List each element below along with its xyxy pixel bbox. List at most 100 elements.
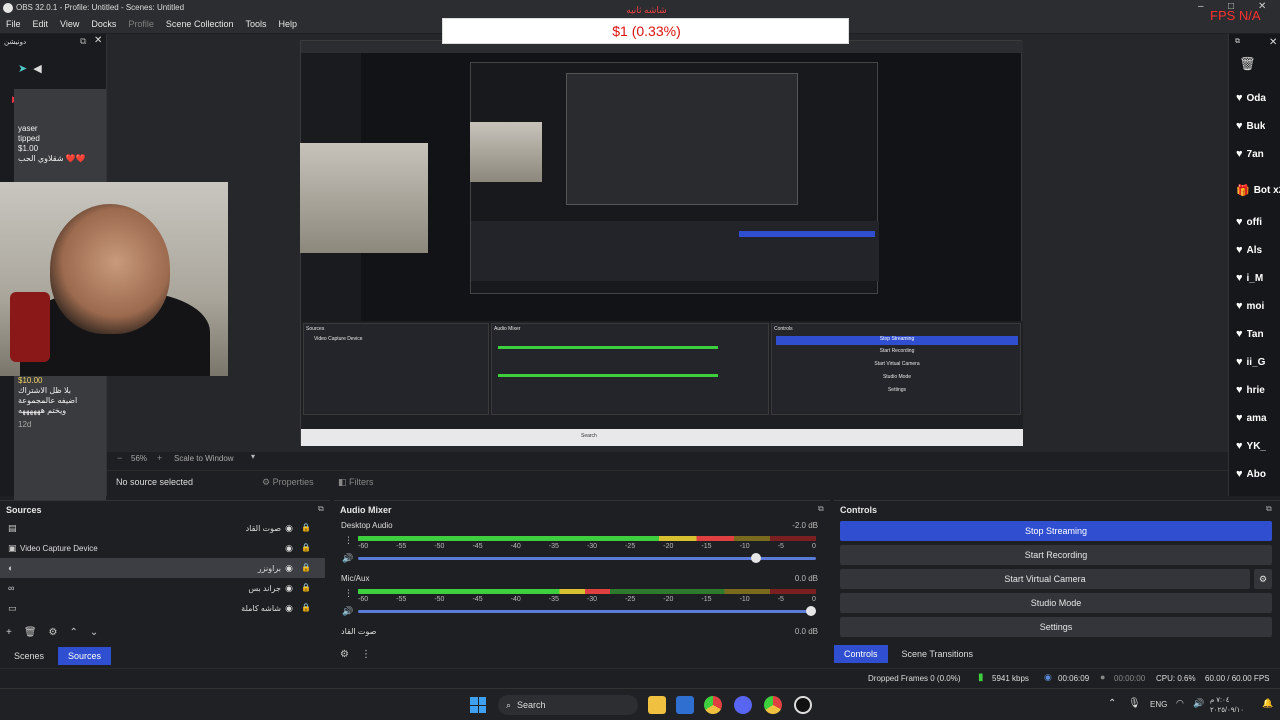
visibility-eye-icon[interactable]: ◉ [285,543,293,554]
chevron-down-icon[interactable]: ▾ [251,452,255,461]
menu-scene-collection[interactable]: Scene Collection [160,16,240,33]
dock-float-icon[interactable]: ⧉ [80,36,86,47]
studio-mode-button[interactable]: Studio Mode [840,593,1272,613]
lock-icon[interactable]: 🔒 [301,523,311,534]
chat-item-name: Abo [1246,468,1266,480]
mixer-settings-icon[interactable]: ⚙ [340,649,349,660]
clock-time[interactable]: ٧:٠٤ م [1210,696,1230,704]
minimize-button[interactable]: – [1198,1,1204,12]
source-item[interactable]: ◐ براونزر ◉ 🔒 [0,558,325,578]
signal-icon: ▮ [978,672,984,683]
stop-streaming-button[interactable]: Stop Streaming [840,521,1272,541]
source-item[interactable]: ▤ صوت القاد ◉ 🔒 [0,518,325,538]
sources-panel: Sources ⧉ ▤ صوت القاد ◉ 🔒 ▣ Video Capture Dev… [0,500,330,666]
chevron-up-icon[interactable]: ⌃ [1108,698,1116,709]
properties-button[interactable]: ⚙ Properties [255,473,321,492]
tab-scenes[interactable]: Scenes [4,647,54,665]
visibility-eye-icon[interactable]: ◉ [285,563,293,574]
lock-icon[interactable]: 🔒 [301,543,311,554]
store-icon[interactable] [676,696,694,714]
discord-icon[interactable] [734,696,752,714]
dock-close-icon[interactable]: ✕ [94,35,102,46]
tab-sources[interactable]: Sources [58,647,112,665]
menu-edit[interactable]: Edit [27,16,55,33]
source-item[interactable]: ▣ Video Capture Device ◉ 🔒 [0,538,325,558]
mixer-float-icon[interactable]: ⧉ [818,504,824,514]
file-explorer-icon[interactable] [648,696,666,714]
track-name: Mic/Aux [341,574,370,583]
trash-icon[interactable]: 🗑 [1239,56,1256,72]
volume-slider-handle[interactable] [806,606,816,616]
source-properties-icon[interactable]: ⚙ [49,627,58,638]
tab-controls[interactable]: Controls [834,645,888,663]
volume-slider[interactable] [358,553,816,563]
speaker-icon[interactable]: 🔊 [1193,698,1204,709]
lock-icon[interactable]: 🔒 [301,603,311,614]
menu-file[interactable]: File [0,16,27,33]
taskbar-search[interactable]: ⌕ Search [498,695,638,715]
mixer-track: Desktop Audio -2.0 dB ⋮ -60 -55 -50 -45 -40 -35-… [334,519,818,569]
virtual-camera-settings-icon[interactable]: ⚙ [1254,569,1272,589]
visibility-eye-icon[interactable]: ◉ [285,583,293,594]
lock-icon[interactable]: 🔒 [301,583,311,594]
remove-source-icon[interactable]: 🗑 [24,627,37,638]
volume-slider-handle[interactable] [751,553,762,563]
start-virtual-camera-button[interactable]: Start Virtual Camera [840,569,1250,589]
notification-icon[interactable]: 🔔 [1262,698,1273,709]
nested-mixer: Audio Mixer [491,323,769,415]
scale-tick: -10 [739,596,750,603]
add-source-icon[interactable]: + [6,627,12,638]
obs-taskbar-icon[interactable] [794,696,812,714]
track-name: Desktop Audio [341,521,393,530]
track-menu-icon[interactable]: ⋮ [344,535,353,546]
zoom-in-button[interactable]: + [157,453,162,463]
filters-button[interactable]: ◧ Filters [331,473,381,492]
chat-item: ♥ ii_G [1236,356,1280,368]
mixer-menu-icon[interactable]: ⋮ [361,649,371,660]
track-menu-icon[interactable]: ⋮ [344,588,353,599]
mute-speaker-icon[interactable]: 🔊 [342,553,353,564]
sources-float-icon[interactable]: ⧉ [318,504,324,514]
volume-slider[interactable] [358,606,816,616]
move-up-icon[interactable]: ⌃ [70,627,78,638]
controls-float-icon[interactable]: ⧉ [1266,504,1272,514]
wifi-icon[interactable]: ◠ [1176,698,1184,709]
chrome-icon[interactable] [704,696,722,714]
browser-icon: ◐ [8,563,14,573]
move-down-icon[interactable]: ⌄ [90,627,98,638]
goal-overlay: $1 (0.33%) شاشه ثانيه [442,5,849,44]
heart-icon: ♥ [1236,384,1243,396]
lock-icon[interactable]: 🔒 [301,563,311,574]
menu-help[interactable]: Help [272,16,303,33]
tab-scene-transitions[interactable]: Scene Transitions [892,645,984,663]
visibility-eye-icon[interactable]: ◉ [285,523,293,534]
clock-date[interactable]: ٢٠٢٥/٠٩/١٠ [1210,706,1244,714]
menu-docks[interactable]: Docks [85,16,122,33]
language-indicator[interactable]: ENG [1150,700,1167,709]
source-item[interactable]: ▭ شاشه كاملة ◉ 🔒 [0,598,325,618]
scale-mode[interactable]: Scale to Window [174,454,234,463]
dock-close-icon-right[interactable]: ✕ [1269,37,1277,48]
taskbar-search-label: Search [517,700,546,710]
nested-inner-docks [471,221,879,281]
source-name: صوت القاد [245,523,281,533]
send-icon[interactable]: ➤ [18,62,27,75]
menu-tools[interactable]: Tools [239,16,272,33]
heart-icon: ♥ [1236,412,1243,424]
source-item[interactable]: ∞ جراند بس ◉ 🔒 [0,578,325,598]
scale-tick: -25 [625,596,636,603]
dock-float-icon-right[interactable]: ⧉ [1235,38,1240,46]
zoom-out-button[interactable]: − [117,453,122,463]
visibility-eye-icon[interactable]: ◉ [285,603,293,614]
chrome-icon-2[interactable] [764,696,782,714]
mic-icon[interactable]: 🎙 [1128,698,1141,709]
menu-view[interactable]: View [54,16,85,33]
windows-start-icon[interactable] [470,697,486,713]
heart-icon: ♥ [1236,440,1243,452]
mute-speaker-icon[interactable]: 🔊 [342,606,353,617]
scale-tick: -55 [396,596,407,603]
start-recording-button[interactable]: Start Recording [840,545,1272,565]
settings-button[interactable]: Settings [840,617,1272,637]
track-name: صوت القاد [341,627,377,636]
megaphone-icon[interactable]: ◀ [33,62,41,75]
